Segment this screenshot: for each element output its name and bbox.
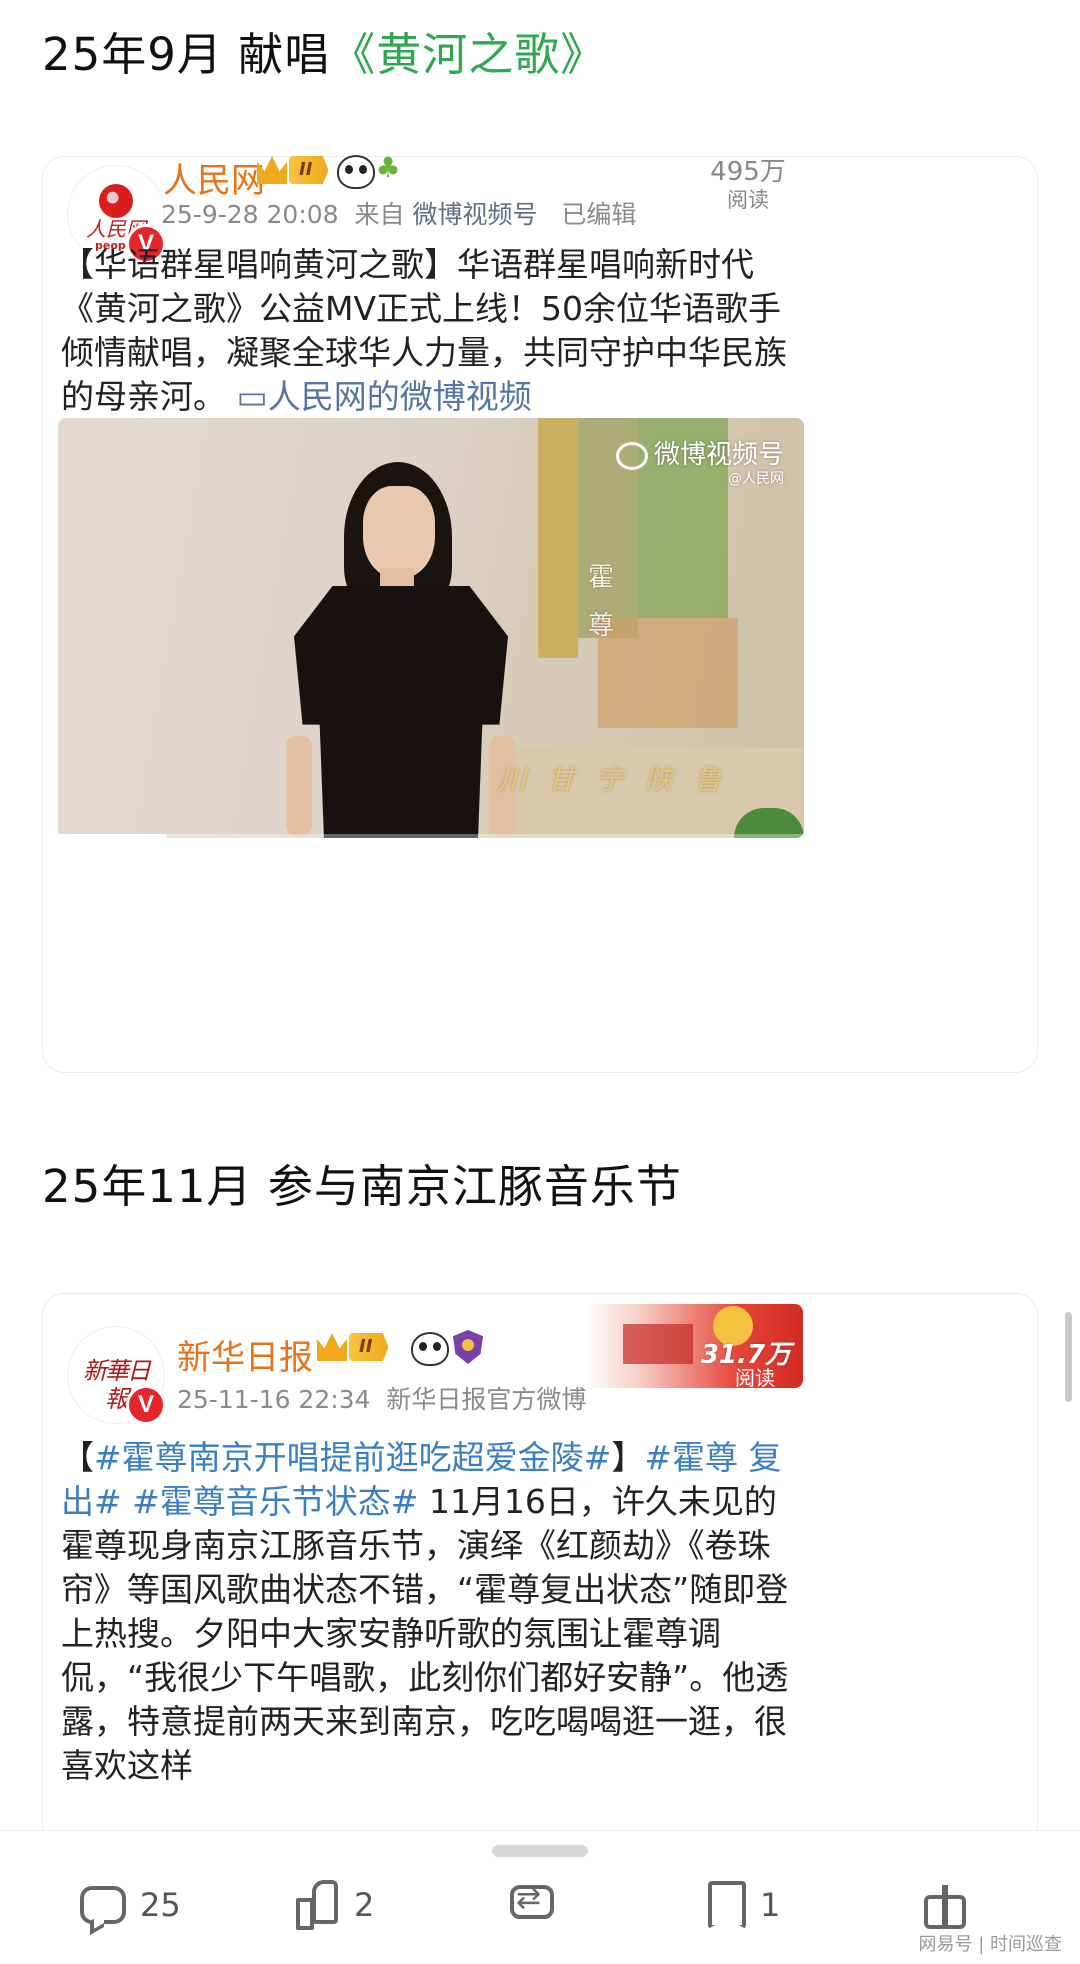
watermark-sub: @人民网: [728, 471, 784, 487]
gift-button[interactable]: [922, 1875, 968, 1935]
account-name[interactable]: 新华日报: [177, 1330, 313, 1379]
section-heading-1: 25年9月 献唱《黄河之歌》: [42, 18, 606, 83]
bracket-close: 】: [611, 1438, 645, 1477]
post-text: 【华语群星唱响黄河之歌】华语群星唱响新时代《黄河之歌》公益MV正式上线！50余位…: [61, 243, 801, 419]
vip-level: II: [289, 156, 329, 184]
verified-badge-icon: V: [126, 1385, 166, 1425]
sprout-icon: ♣: [375, 151, 401, 184]
scrollbar[interactable]: [1065, 1312, 1072, 1402]
footer-watermark: 网易号 | 时间巡查: [918, 1934, 1062, 1955]
comment-button[interactable]: 25: [80, 1875, 181, 1935]
bracket-open: 【: [61, 1438, 94, 1477]
gift-icon: [922, 1881, 968, 1929]
section-heading-2: 25年11月 参与南京江豚音乐节: [42, 1160, 682, 1213]
thumbs-up-icon: [296, 1880, 340, 1930]
favorite-button[interactable]: 1: [708, 1875, 780, 1935]
singer-caption-2: 尊: [588, 611, 615, 641]
singer-arm: [286, 736, 312, 836]
repost-button[interactable]: [510, 1875, 564, 1935]
drag-handle[interactable]: [492, 1845, 588, 1857]
post-text: 【#霍尊南京开唱提前逛吃超爱金陵#】#霍尊 复出# #霍尊音乐节状态# 11月1…: [61, 1436, 801, 1826]
favorite-count: 1: [760, 1886, 781, 1924]
vip-badge[interactable]: II: [257, 153, 329, 187]
vip-level: II: [349, 1333, 389, 1361]
comment-count: 25: [140, 1886, 181, 1924]
video-link-text: 人民网的微博视频: [267, 377, 532, 416]
like-count: 2: [354, 1886, 375, 1924]
video-progress-fill: [58, 834, 167, 838]
post-meta: 25-11-16 22:34 新华日报官方微博: [177, 1380, 586, 1416]
vip-badge[interactable]: II: [317, 1330, 389, 1364]
singer-body: [294, 586, 508, 838]
read-count-banner: 31.7万 阅读: [583, 1304, 803, 1388]
backdrop-panel: [538, 418, 578, 658]
weibo-eye-icon: [615, 441, 648, 470]
post-timestamp: 25-9-28 20:08: [161, 200, 339, 229]
edited-label: 已编辑: [561, 200, 637, 229]
read-count: 495万 阅读: [703, 157, 793, 213]
bookmark-icon: [708, 1881, 746, 1929]
video-watermark: 微博视频号 @人民网: [615, 440, 784, 488]
post-meta: 25-9-28 20:08 来自 微博视频号 已编辑: [161, 195, 636, 231]
like-button[interactable]: 2: [296, 1875, 374, 1935]
video-link-icon: ▭: [236, 377, 268, 416]
video-subtitle: 川 甘 宁 陕 鲁: [498, 763, 728, 796]
panda-icon: [411, 1332, 449, 1366]
section-heading-1-song: 《黄河之歌》: [330, 28, 607, 81]
post-body: 11月16日，许久未见的霍尊现身南京江豚音乐节，演绎《红颜劫》《卷珠帘》等国风歌…: [61, 1482, 789, 1785]
shield-badge-icon: [453, 1330, 483, 1364]
singer-caption-1: 霍: [588, 563, 615, 593]
panda-icon: [337, 155, 375, 189]
watermark-text: 微博视频号: [653, 440, 784, 470]
repost-icon: [510, 1881, 564, 1925]
backdrop-panel: [598, 618, 738, 728]
video-link[interactable]: ▭人民网的微博视频: [237, 377, 532, 416]
post-source-link[interactable]: 微博视频号: [412, 200, 537, 229]
section-heading-1-prefix: 25年9月 献唱: [42, 28, 331, 81]
video-player[interactable]: 微博视频号 @人民网 霍 尊 川 甘 宁 陕 鲁: [58, 418, 804, 838]
avatar[interactable]: 新華日報 V: [67, 1326, 166, 1425]
hashtag-link[interactable]: #霍尊音乐节状态#: [122, 1482, 418, 1521]
source-prefix: 来自: [354, 200, 405, 229]
read-count-value: 495万: [710, 157, 786, 187]
tiananmen-graphic: [623, 1324, 693, 1364]
crown-icon: [257, 156, 287, 184]
video-progress-bar[interactable]: [58, 834, 804, 838]
crown-icon: [317, 1333, 347, 1361]
post-timestamp: 25-11-16 22:34: [177, 1385, 371, 1414]
weibo-post-card-2[interactable]: 新華日報 V 新华日报 II 25-11-16 22:34 新华日报官方微博 3…: [42, 1293, 1038, 1854]
read-count-label: 阅读: [735, 1366, 775, 1388]
singer-face: [363, 486, 435, 578]
read-count-label: 阅读: [727, 188, 769, 212]
hashtag-link[interactable]: #霍尊南京开唱提前逛吃超爱金陵#: [94, 1438, 611, 1477]
post-source: 新华日报官方微博: [386, 1385, 587, 1414]
comment-icon: [80, 1886, 126, 1924]
people-logo-icon: [99, 184, 133, 218]
bottom-action-bar: 25 2 1 网易号 | 时间巡查: [0, 1830, 1080, 1964]
